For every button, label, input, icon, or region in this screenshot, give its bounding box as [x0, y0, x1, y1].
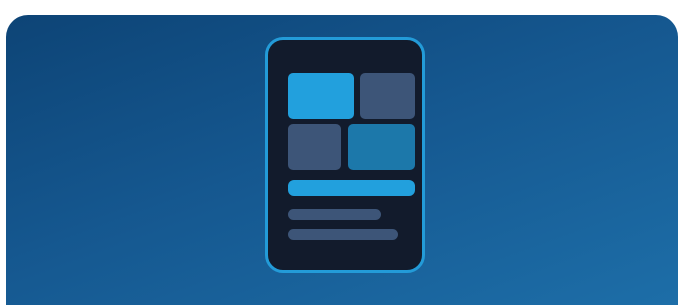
tile-secondary-bottom-right: [348, 124, 415, 170]
hero-banner: [6, 15, 678, 305]
tile-accent-top-left: [288, 73, 354, 119]
progress-bar: [288, 180, 415, 196]
text-line-short: [288, 209, 381, 220]
tile-muted-bottom-left: [288, 124, 341, 170]
tile-muted-top-right: [360, 73, 415, 119]
mobile-device-icon: [265, 37, 425, 273]
text-line-long: [288, 229, 398, 240]
